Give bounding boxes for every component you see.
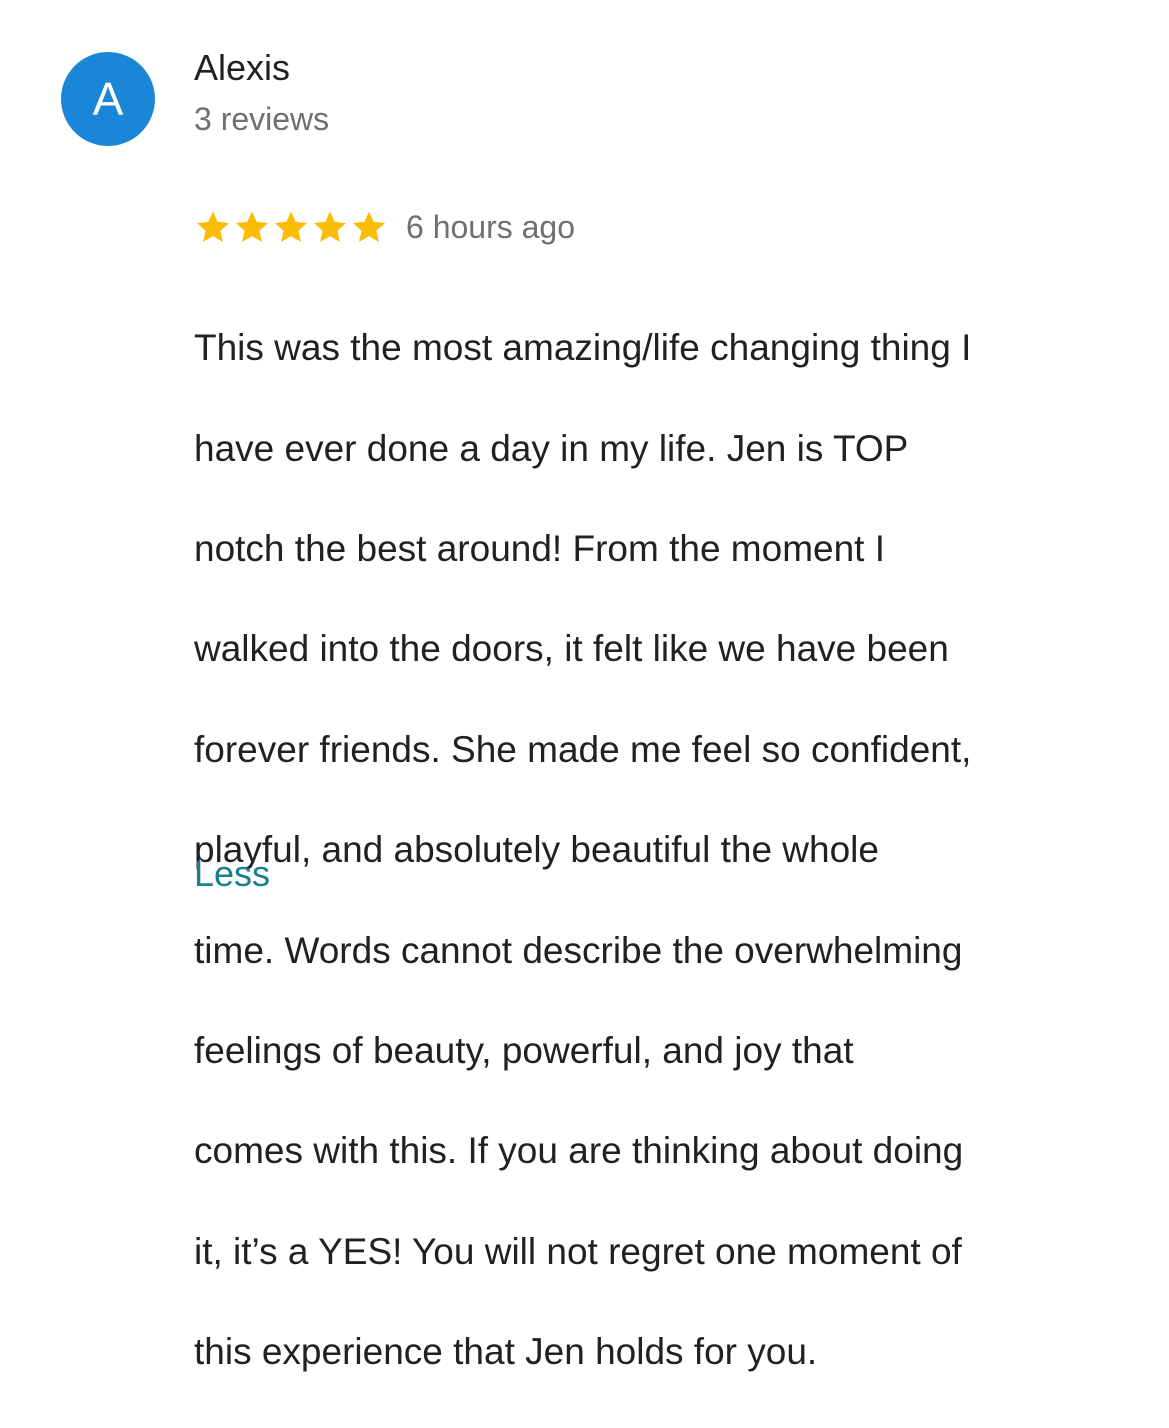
show-less-link[interactable]: Less: [194, 852, 270, 896]
review-text-line: feelings of beauty, powerful, and joy th…: [194, 1030, 854, 1072]
reviewer-name[interactable]: Alexis: [194, 46, 290, 90]
star-icon: [311, 208, 349, 246]
review-text-line: forever friends. She made me feel so con…: [194, 728, 972, 770]
star-icon: [194, 208, 232, 246]
review-text-line: time. Words cannot describe the overwhel…: [194, 929, 963, 971]
review-text-line: this experience that Jen holds for you.: [194, 1331, 818, 1373]
avatar-letter: A: [92, 73, 124, 125]
star-rating: [194, 208, 389, 246]
review-text-line: This was the most amazing/life changing …: [194, 327, 972, 369]
rating-row: 6 hours ago: [194, 205, 575, 249]
star-icon: [272, 208, 310, 246]
review-text-line: have ever done a day in my life. Jen is …: [194, 427, 909, 469]
review-text-line: walked into the doors, it felt like we h…: [194, 628, 949, 670]
review-count: 3 reviews: [194, 101, 330, 137]
review-text-line: it, it’s a YES! You will not regret one …: [194, 1230, 962, 1272]
star-icon: [233, 208, 271, 246]
star-icon: [350, 208, 388, 246]
review-text-line: playful, and absolutely beautiful the wh…: [194, 829, 879, 871]
review-text: This was the most amazing/life changing …: [194, 273, 1129, 1428]
avatar[interactable]: A: [61, 52, 155, 146]
review-text-line: notch the best around! From the moment I: [194, 528, 886, 570]
review-text-line: comes with this. If you are thinking abo…: [194, 1130, 964, 1172]
review-time: 6 hours ago: [406, 209, 576, 245]
